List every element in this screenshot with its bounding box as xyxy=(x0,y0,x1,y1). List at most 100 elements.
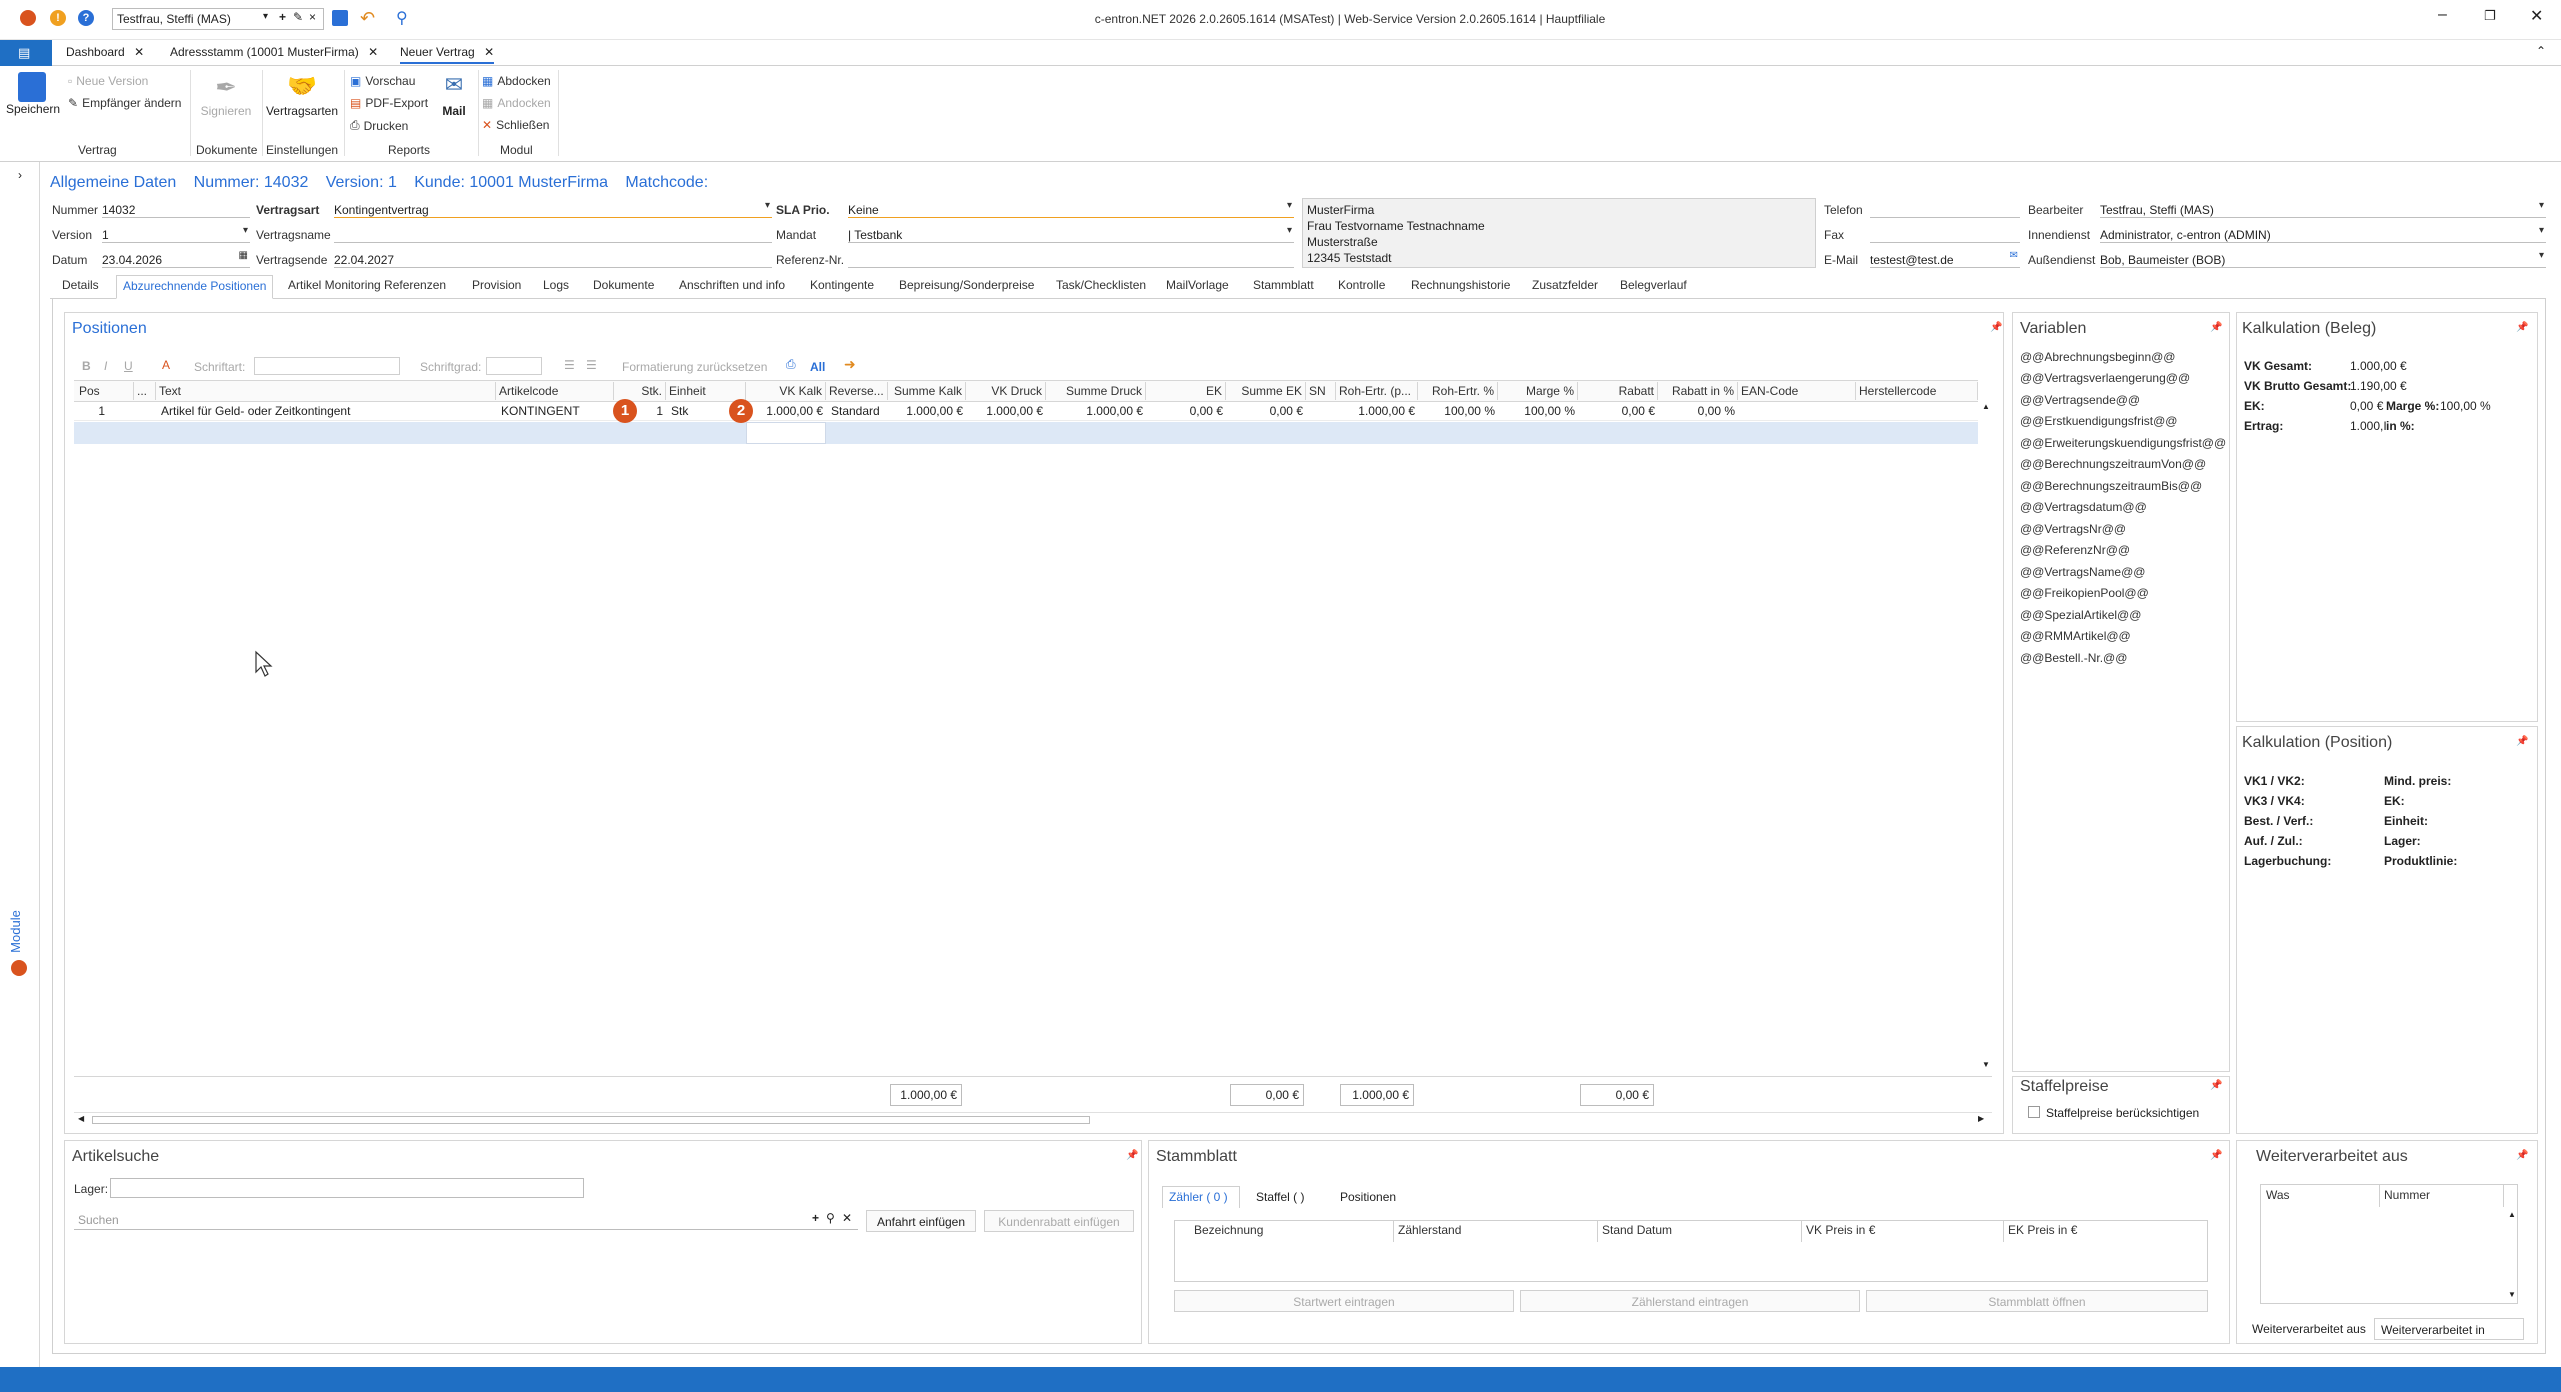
tab-abzurechnende-positionen[interactable]: Abzurechnende Positionen xyxy=(116,275,274,299)
col-artikelcode[interactable]: Artikelcode xyxy=(496,382,614,400)
close-icon[interactable]: ✕ xyxy=(368,45,378,59)
scroll-up-icon[interactable]: ▲ xyxy=(2508,1210,2516,1219)
pin-icon[interactable]: 📌 xyxy=(2210,322,2222,333)
col-summe-ek[interactable]: Summe EK xyxy=(1226,382,1306,400)
col-stand-datum[interactable]: Stand Datum xyxy=(1598,1220,1802,1242)
tab-dashboard[interactable]: Dashboard ✕ xyxy=(66,45,144,59)
print-all-icon[interactable]: ⎙ xyxy=(786,357,796,372)
tab-anschriften[interactable]: Anschriften und info xyxy=(679,278,785,300)
transfer-icon[interactable]: ➜ xyxy=(844,356,856,373)
variable-item[interactable]: @@VertragsNr@@ xyxy=(2020,522,2126,536)
variable-item[interactable]: @@SpezialArtikel@@ xyxy=(2020,608,2141,622)
close-icon[interactable]: ✕ xyxy=(134,45,144,59)
tab-stammblatt[interactable]: Stammblatt xyxy=(1253,278,1314,300)
tab-task-checklisten[interactable]: Task/Checklisten xyxy=(1056,278,1146,300)
col-roh-ertr-p[interactable]: Roh-Ertr. (p... xyxy=(1336,382,1418,400)
variable-item[interactable]: @@VertragsName@@ xyxy=(2020,565,2145,579)
add-icon[interactable]: + xyxy=(279,10,286,24)
tab-bepreisung[interactable]: Bepreisung/Sonderpreise xyxy=(899,278,1034,300)
expand-icon[interactable]: › xyxy=(18,168,22,182)
feedback-icon[interactable] xyxy=(20,10,36,26)
variable-item[interactable]: @@Vertragsende@@ xyxy=(2020,393,2140,407)
minimize-icon[interactable]: – xyxy=(2438,6,2447,24)
col-ek-preis[interactable]: EK Preis in € xyxy=(2004,1220,2208,1242)
scroll-down-icon[interactable]: ▼ xyxy=(2508,1290,2516,1299)
variable-item[interactable]: @@RMMArtikel@@ xyxy=(2020,629,2131,643)
referenz-field[interactable] xyxy=(848,250,1294,268)
version-select[interactable]: 1 ▾ xyxy=(102,225,250,243)
mail-button[interactable]: ✉ Mail xyxy=(434,72,474,134)
tab-dokumente[interactable]: Dokumente xyxy=(593,278,654,300)
tab-provision[interactable]: Provision xyxy=(472,278,521,300)
vertragsname-field[interactable] xyxy=(334,225,772,243)
anfahrt-einfuegen-button[interactable]: Anfahrt einfügen xyxy=(866,1210,976,1232)
scroll-up-icon[interactable]: ▲ xyxy=(1982,402,1990,411)
col-summe-druck[interactable]: Summe Druck xyxy=(1046,382,1146,400)
col-vk-druck[interactable]: VK Druck xyxy=(966,382,1046,400)
abdocken-button[interactable]: ▦ Abdocken xyxy=(482,74,551,88)
empfaenger-aendern-button[interactable]: ✎ Empfänger ändern xyxy=(68,96,181,110)
bold-icon[interactable]: B xyxy=(82,359,91,373)
new-row[interactable] xyxy=(74,422,1978,444)
variable-item[interactable]: @@Erstkuendigungsfrist@@ xyxy=(2020,414,2177,428)
module-tab[interactable]: Module xyxy=(8,902,32,982)
tab-neuer-vertrag[interactable]: Neuer Vertrag ✕ xyxy=(400,45,495,64)
fax-field[interactable] xyxy=(1870,225,2020,243)
bearbeiter-select[interactable]: Testfrau, Steffi (MAS) ▾ xyxy=(2100,200,2546,218)
lager-field[interactable] xyxy=(110,1178,584,1198)
variable-item[interactable]: @@BerechnungszeitraumVon@@ xyxy=(2020,457,2206,471)
col-vk-preis[interactable]: VK Preis in € xyxy=(1802,1220,2004,1242)
restore-icon[interactable]: ❐ xyxy=(2484,8,2496,24)
pin-icon[interactable]: 📌 xyxy=(2210,1150,2222,1161)
telefon-field[interactable] xyxy=(1870,200,2020,218)
user-select[interactable]: Testfrau, Steffi (MAS) ▾ + ✎ × xyxy=(112,8,324,30)
address-box[interactable]: MusterFirma Frau Testvorname Testnachnam… xyxy=(1302,198,1816,268)
help-icon[interactable]: ? xyxy=(78,10,94,26)
variable-item[interactable]: @@Vertragsverlaengerung@@ xyxy=(2020,371,2190,385)
list-bullet-icon[interactable]: ☰ xyxy=(564,358,575,372)
col-summe-kalk[interactable]: Summe Kalk xyxy=(888,382,966,400)
warning-icon[interactable]: ! xyxy=(50,10,66,26)
vertical-scrollbar[interactable]: ▲ ▼ xyxy=(1980,402,1992,1072)
col-pos[interactable]: Pos xyxy=(76,382,134,400)
variable-item[interactable]: @@ReferenzNr@@ xyxy=(2020,543,2130,557)
close-window-icon[interactable]: ✕ xyxy=(2530,6,2543,26)
col-roh-ertr-pct[interactable]: Roh-Ertr. % xyxy=(1418,382,1498,400)
schliessen-button[interactable]: ✕ Schließen xyxy=(482,118,549,132)
neue-version-button[interactable]: ▫ Neue Version xyxy=(68,74,148,88)
kundenrabatt-einfuegen-button[interactable]: Kundenrabatt einfügen xyxy=(984,1210,1134,1232)
pin-icon[interactable]: 📌 xyxy=(2516,322,2528,333)
tab-mailvorlage[interactable]: MailVorlage xyxy=(1166,278,1229,300)
tab-kontrolle[interactable]: Kontrolle xyxy=(1338,278,1385,300)
vertragsende-field[interactable]: 22.04.2027 xyxy=(334,250,772,268)
tab-zusatzfelder[interactable]: Zusatzfelder xyxy=(1532,278,1598,300)
scroll-down-icon[interactable]: ▼ xyxy=(1982,1060,1990,1069)
aussendienst-select[interactable]: Bob, Baumeister (BOB) ▾ xyxy=(2100,250,2546,268)
drucken-button[interactable]: ⎙ Drucken xyxy=(350,118,408,133)
pdf-export-button[interactable]: ▤ PDF-Export xyxy=(350,96,428,110)
col-rabatt[interactable]: Rabatt xyxy=(1578,382,1658,400)
italic-icon[interactable]: I xyxy=(104,359,107,373)
tab-staffel[interactable]: Staffel ( ) xyxy=(1256,1190,1304,1204)
close-icon[interactable]: ✕ xyxy=(484,45,494,59)
startwert-eintragen-button[interactable]: Startwert eintragen xyxy=(1174,1290,1514,1312)
schriftgrad-select[interactable] xyxy=(486,357,542,375)
save-button[interactable]: Speichern xyxy=(6,72,60,134)
variable-item[interactable]: @@Abrechnungsbeginn@@ xyxy=(2020,350,2175,364)
edit-icon[interactable]: ✎ xyxy=(293,10,303,24)
col-ek[interactable]: EK xyxy=(1146,382,1226,400)
sla-select[interactable]: Keine ▾ xyxy=(848,200,1294,218)
scroll-left-icon[interactable]: ◀ xyxy=(78,1114,84,1123)
tab-adressstamm[interactable]: Adressstamm (10001 MusterFirma) ✕ xyxy=(170,45,378,59)
col-rabatt-pct[interactable]: Rabatt in % xyxy=(1658,382,1738,400)
search-icon[interactable]: ⚲ xyxy=(396,8,408,28)
tab-weiterverarbeitet-in[interactable]: Weiterverarbeitet in xyxy=(2374,1318,2524,1340)
pin-icon[interactable]: 📌 xyxy=(2210,1080,2222,1091)
innendienst-select[interactable]: Administrator, c-entron (ADMIN) ▾ xyxy=(2100,225,2546,243)
scroll-right-icon[interactable]: ▶ xyxy=(1978,1114,1984,1123)
col-text[interactable]: Text xyxy=(156,382,496,400)
search-icon[interactable]: ⚲ xyxy=(826,1211,835,1225)
font-color-icon[interactable]: A xyxy=(162,358,170,372)
tab-details[interactable]: Details xyxy=(62,278,99,300)
signieren-button[interactable]: ✒ Signieren xyxy=(196,72,256,134)
